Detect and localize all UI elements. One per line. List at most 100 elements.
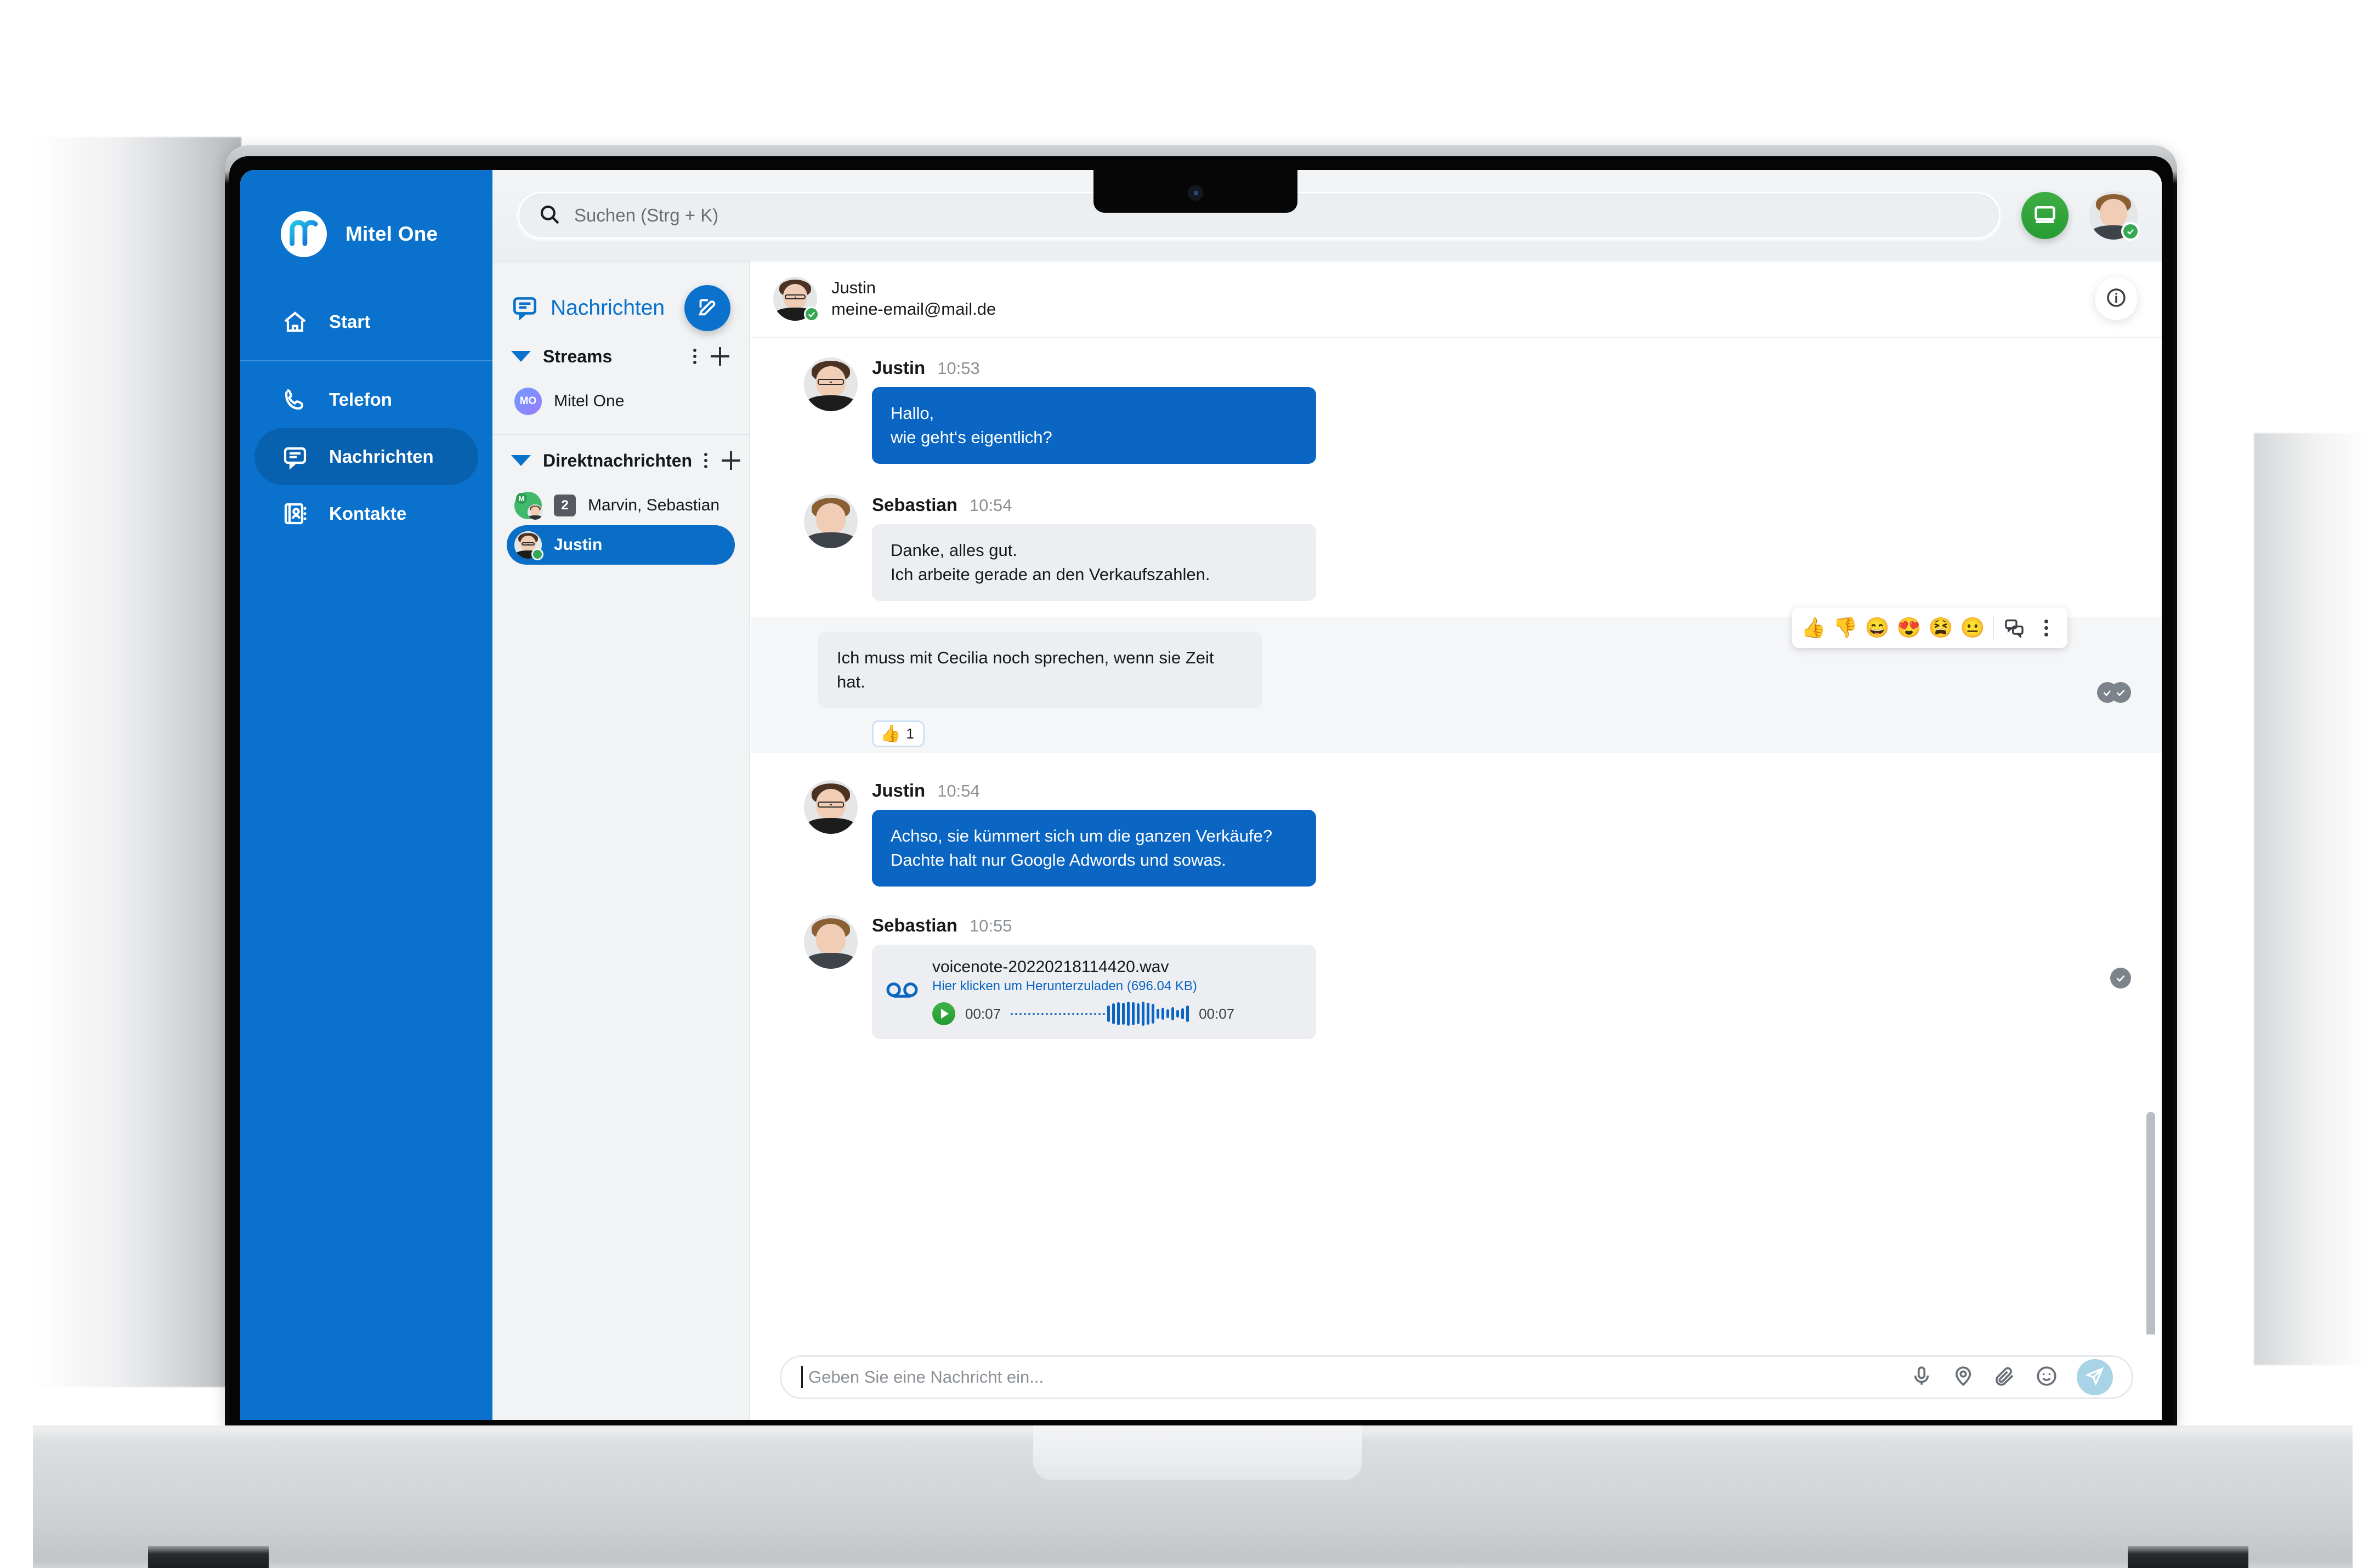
mitel-logo-icon — [281, 211, 327, 257]
add-stream-icon[interactable] — [711, 347, 729, 366]
sidebar-item-telefon[interactable]: Telefon — [254, 371, 478, 428]
group-header[interactable]: Direktnachrichten — [507, 435, 741, 486]
primary-nav-rail: Mitel One Start Telefon Nachrichten Kont… — [240, 170, 492, 1420]
avatar-initials: MO — [514, 388, 542, 415]
reaction-thumbsup-icon[interactable]: 👍 — [1798, 612, 1829, 644]
chat-icon — [511, 293, 539, 323]
toolbar-divider — [1993, 616, 1994, 640]
home-icon — [281, 308, 309, 336]
chat-info-button[interactable] — [2095, 277, 2138, 320]
group-header[interactable]: Streams — [507, 331, 735, 382]
conversation-list: Nachrichten Streams MO Mitel One Direktn… — [492, 261, 750, 1420]
chevron-down-icon[interactable] — [511, 455, 531, 466]
search-placeholder: Suchen (Strg + K) — [574, 205, 719, 225]
sidebar-item-label: Telefon — [329, 389, 392, 410]
lid-shadow-left — [33, 137, 241, 1387]
reaction-toolbar[interactable]: 👍 👎 😄 😍 😫 😐 — [1792, 607, 2067, 649]
message-time: 10:55 — [969, 916, 1012, 936]
reaction-pill[interactable]: 👍 1 — [872, 720, 925, 748]
send-button[interactable] — [2077, 1359, 2113, 1395]
voicemail-icon — [886, 980, 918, 1004]
reply-thread-icon[interactable] — [1998, 612, 2030, 644]
app-title: Mitel One — [345, 223, 438, 245]
message-line: Hallo, — [891, 404, 934, 423]
message-bubble[interactable]: Danke, alles gut. Ich arbeite gerade an … — [872, 524, 1316, 601]
waveform[interactable] — [1011, 1002, 1189, 1026]
microphone-icon[interactable] — [1910, 1365, 1933, 1390]
list-item[interactable]: M 2 Marvin, Sebastian — [507, 486, 735, 525]
sidebar-item-start[interactable]: Start — [254, 293, 478, 350]
voicenote-player[interactable]: 00:07 00:07 — [932, 1002, 1297, 1026]
compose-button[interactable] — [684, 285, 730, 331]
voicenote-elapsed: 00:07 — [965, 1005, 1001, 1022]
voicenote-download-link[interactable]: Hier klicken um Herunterzuladen (696.04 … — [932, 979, 1297, 994]
app-screen: Mitel One Start Telefon Nachrichten Kont… — [240, 170, 2162, 1420]
voicenote-duration: 00:07 — [1199, 1005, 1235, 1022]
message-time: 10:54 — [969, 496, 1012, 515]
chevron-down-icon[interactable] — [511, 351, 531, 362]
message-time: 10:54 — [937, 781, 980, 801]
avatar — [804, 780, 858, 834]
message-row-hovered[interactable]: 👍 👎 😄 😍 😫 😐 Ich muss mit Cecilia noch sp… — [751, 607, 2162, 753]
reaction-thumbsdown-icon[interactable]: 👎 — [1829, 612, 1861, 644]
more-vertical-icon[interactable] — [704, 453, 708, 468]
group-title: Direktnachrichten — [543, 450, 693, 470]
reaction-hearteyes-icon[interactable]: 😍 — [1893, 612, 1925, 644]
read-receipt-double — [2097, 682, 2131, 703]
message-group: Justin 10:54 Achso, sie kümmert sich um … — [751, 753, 2162, 887]
message-line: Danke, alles gut. — [891, 541, 1017, 560]
laptop-mockup: Mitel One Start Telefon Nachrichten Kont… — [0, 0, 2380, 1568]
chat-panel: Justin meine-email@mail.de Justin 10:53 … — [751, 261, 2162, 1420]
message-group-voicenote: Sebastian 10:55 voicenote-20220218114420… — [751, 887, 2162, 1039]
more-vertical-icon[interactable] — [693, 349, 696, 364]
top-bar: Suchen (Strg + K) — [492, 170, 2162, 261]
list-header: Nachrichten — [492, 261, 749, 331]
laptop-foot-left — [148, 1546, 269, 1568]
avatar-initials: M — [516, 493, 527, 504]
message-list[interactable]: Justin 10:53 Hallo, wie geht‘s eigentlic… — [751, 339, 2162, 1334]
nav-items: Start Telefon Nachrichten Kontakte — [240, 293, 492, 542]
list-item-label: Marvin, Sebastian — [588, 496, 720, 514]
message-line: Ich arbeite gerade an den Verkaufszahlen… — [891, 565, 1210, 584]
desktop-share-button[interactable] — [2021, 192, 2069, 239]
add-dm-icon[interactable] — [722, 451, 741, 470]
message-bubble[interactable]: Hallo, wie geht‘s eigentlich? — [872, 387, 1316, 464]
sidebar-item-nachrichten[interactable]: Nachrichten — [254, 428, 478, 485]
group-direktnachrichten: Direktnachrichten M 2 Marvin, Sebastian … — [492, 435, 749, 565]
list-item[interactable]: MO Mitel One — [507, 382, 735, 421]
voicenote-filename: voicenote-20220218114420.wav — [932, 958, 1169, 976]
search-icon — [538, 203, 561, 229]
reaction-neutral-icon[interactable]: 😐 — [1957, 612, 1988, 644]
sidebar-item-kontakte[interactable]: Kontakte — [254, 485, 478, 542]
voicenote-attachment[interactable]: voicenote-20220218114420.wav Hier klicke… — [872, 945, 1316, 1039]
smiley-icon[interactable] — [2035, 1365, 2058, 1390]
location-pin-icon[interactable] — [1952, 1365, 1975, 1390]
avatar[interactable] — [2089, 191, 2140, 241]
send-icon — [2085, 1366, 2105, 1389]
presence-available-icon — [804, 306, 819, 322]
message-author: Justin — [872, 780, 926, 801]
sidebar-item-label: Kontakte — [329, 503, 407, 524]
reaction-grin-icon[interactable]: 😄 — [1861, 612, 1893, 644]
sidebar-item-label: Nachrichten — [329, 446, 434, 467]
reaction-count: 1 — [906, 725, 914, 742]
message-bubble[interactable]: Ich muss mit Cecilia noch sprechen, wenn… — [818, 632, 1262, 709]
app-brand: Mitel One — [240, 170, 492, 257]
message-scrollbar[interactable] — [2146, 1112, 2155, 1334]
message-bubble[interactable]: Achso, sie kümmert sich um die ganzen Ve… — [872, 810, 1316, 887]
monitor-icon — [2033, 202, 2057, 229]
message-input[interactable]: Geben Sie eine Nachricht ein... — [780, 1355, 2133, 1399]
laptop-lid-notch — [1033, 1425, 1362, 1480]
list-item-selected[interactable]: Justin — [507, 525, 735, 565]
avatar — [514, 531, 543, 560]
message-group: Justin 10:53 Hallo, wie geht‘s eigentlic… — [751, 339, 2162, 464]
read-receipt-single — [2110, 968, 2131, 989]
nav-divider — [240, 360, 492, 361]
paperclip-icon[interactable] — [1993, 1365, 2016, 1390]
lid-shadow-right — [2254, 433, 2369, 1365]
info-icon — [2105, 287, 2127, 311]
play-icon[interactable] — [932, 1002, 955, 1026]
reaction-thumbsup-icon: 👍 — [880, 724, 901, 743]
reaction-weary-icon[interactable]: 😫 — [1925, 612, 1957, 644]
more-vertical-icon[interactable] — [2030, 612, 2062, 644]
